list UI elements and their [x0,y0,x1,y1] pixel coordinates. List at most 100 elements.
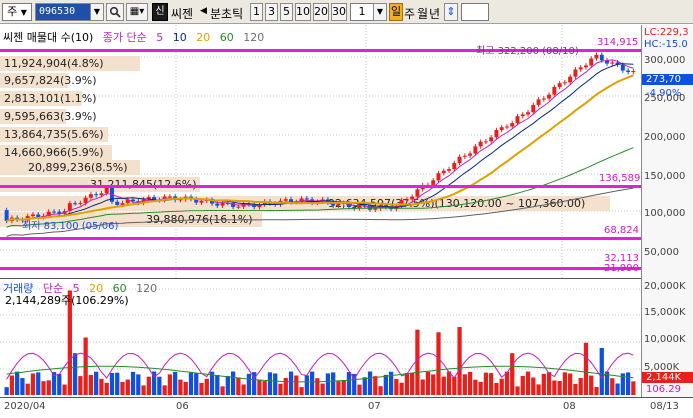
volume-bar [336,381,341,395]
candle-body [104,187,109,194]
legend-ma5: 5 [156,31,164,44]
volume-chart[interactable]: 거래량 단순 5 20 60 120 2,144,289주(106.29%) 2… [0,279,693,397]
volume-bar [520,375,525,395]
volume-bar [531,377,536,395]
price-chart[interactable]: 11,924,904(4.8%) 9,657,824(3.9%) 2,813,101… [0,25,693,279]
volume-bar [25,383,30,395]
stock-badge: 신 [152,3,168,21]
volume-bar [436,332,441,395]
volume-profile-label: 9,657,824(3.9%) [4,74,97,87]
candle-body [626,70,631,72]
price-axis: LC:229,3 HC:-15.0 300,000 250,000 200,00… [641,25,693,279]
volume-profile-label: 13,864,735(5.6%) [4,128,104,141]
candle-body [583,65,588,68]
candle-body [526,112,531,115]
volume-bar [157,376,162,395]
price-chart-canvas: 11,924,904(4.8%) 9,657,824(3.9%) 2,813,101… [0,25,641,279]
chart-toolbar: 주 ▼ 096530 ▼ ▦▾ 신 씨젠 ◀ 분초틱 1 3 5 10 20 3… [0,0,693,24]
candle-body [452,162,457,170]
volume-bar [315,378,320,395]
small-stock-icon[interactable]: ▦▾ [126,3,148,21]
interval-3-button[interactable]: 3 [265,3,278,21]
price-tick: 200,000 [644,132,686,143]
volume-bar [267,372,273,395]
vol-legend-ma120: 120 [136,282,158,295]
candle-body [620,64,625,71]
candle-body [599,54,604,61]
volume-bar [125,379,130,395]
interval-30-button[interactable]: 30 [331,3,347,21]
legend-ma60: 60 [219,31,234,44]
candle-body [547,94,552,99]
volume-bar [146,376,151,395]
volume-bar [525,371,531,395]
candle-body [447,169,452,171]
candle-body [536,99,541,105]
left-arrow-icon[interactable]: ◀ [200,6,207,16]
code-dropdown-chevron-down-icon[interactable]: ▼ [90,3,104,21]
volume-bar [415,329,420,395]
interval-10-button[interactable]: 10 [295,3,311,21]
interval-chevron-down-icon[interactable]: ▼ [373,3,387,21]
candle-body [457,156,462,163]
candle-body [468,153,473,156]
volume-bar [183,381,188,395]
volume-bar [552,380,557,395]
volume-bar [246,373,252,395]
volume-bar [378,386,383,395]
interval-20-button[interactable]: 20 [313,3,329,21]
interval-5-button[interactable]: 5 [280,3,293,21]
candle-body [167,196,172,198]
volume-bar [4,387,9,395]
volume-bar [288,371,294,395]
volume-bar [115,372,120,395]
candle-body [199,200,204,203]
interval-1-button[interactable]: 1 [250,3,263,21]
volume-bar [241,384,246,395]
period-week-button[interactable]: 주 [404,5,415,22]
volume-bar [446,371,452,395]
volume-bar [515,386,520,395]
volume-bar [236,377,241,395]
volume-bar [494,382,499,395]
extra-input[interactable] [461,3,489,21]
volume-bar [431,374,436,395]
volume-profile-label: 2,813,101(1.1%) [4,92,97,105]
candle-body [494,130,499,138]
price-tick: 100,000 [644,208,686,219]
candle-body [99,193,104,196]
period-day-button[interactable]: 일 [389,3,403,21]
interval-input[interactable]: 1 [350,3,374,21]
market-select[interactable]: 주 ▼ [2,3,32,21]
candle-body [373,208,378,210]
date-label: 07 [368,401,381,412]
candle-body [578,67,583,70]
volume-bar [220,386,225,395]
volume-bar [120,382,125,395]
candle-body [473,146,478,154]
hc-label: HC:-15.0 [644,39,688,50]
up-down-arrow-icon[interactable]: ⇕ [444,3,458,21]
stock-code-input[interactable]: 096530 [35,3,91,21]
search-icon[interactable] [106,3,124,21]
chart-type-label: 분초틱 [210,7,244,21]
period-month-button[interactable]: 월 [417,5,428,22]
volume-bar [299,387,304,395]
volume-bar [425,371,431,395]
volume-bar [341,380,346,395]
volume-bar [72,353,78,395]
volume-bar [573,383,578,395]
volume-bar [536,384,541,395]
candle-body [410,196,415,200]
legend-ma20: 20 [196,31,211,44]
volume-bar [41,381,46,395]
candle-body [510,123,515,127]
candle-body [441,170,446,174]
support-line-2 [0,237,641,240]
candle-body [594,54,599,59]
legend-ma120: 120 [243,31,265,44]
period-year-button[interactable]: 년 [429,5,440,22]
volume-bar [278,383,283,395]
volume-bar [510,353,515,395]
volume-bar [399,382,404,395]
